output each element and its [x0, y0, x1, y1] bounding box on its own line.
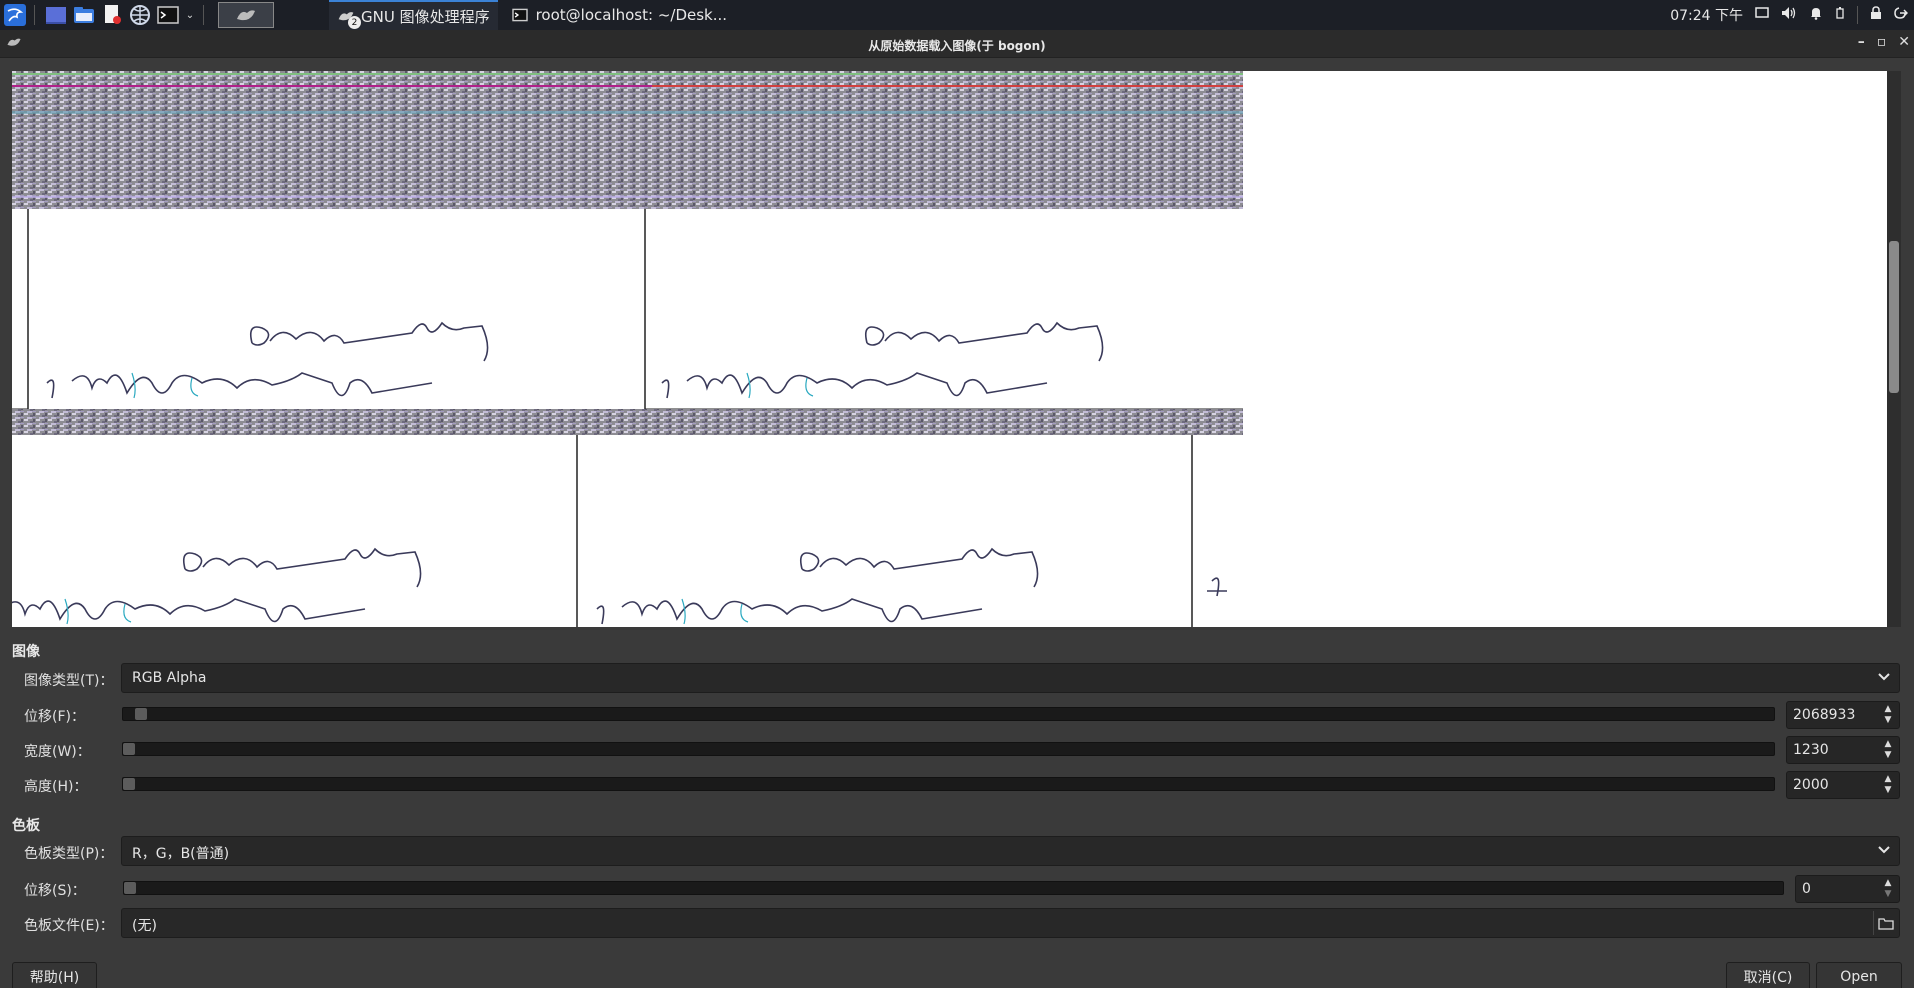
spin-arrows[interactable]: ▲ ▼	[1877, 702, 1899, 728]
gimp-icon	[237, 10, 255, 21]
spin-arrows[interactable]: ▲ ▼	[1877, 772, 1899, 798]
height-slider[interactable]	[122, 777, 1775, 791]
palette-type-value: R，G，B(普通)	[132, 846, 230, 862]
width-spinbutton[interactable]: 1230 ▲ ▼	[1786, 736, 1900, 764]
task-count-badge: 2	[348, 16, 361, 29]
width-slider[interactable]	[122, 742, 1775, 756]
preview-image	[12, 71, 1243, 627]
kali-menu-icon[interactable]	[2, 2, 28, 28]
folder-open-icon[interactable]	[1873, 911, 1897, 935]
spin-up-icon[interactable]: ▲	[1885, 704, 1892, 715]
spin-down-icon[interactable]: ▼	[1885, 715, 1892, 726]
task-label: GNU 图像处理程序	[361, 7, 490, 26]
dialog-titlebar: 从原始数据载入图像(于 bogon) – ▫ ✕	[0, 30, 1914, 58]
image-type-value: RGB Alpha	[132, 670, 207, 686]
palette-file-label: 色板文件(E)：	[24, 918, 114, 934]
spin-arrows[interactable]: ▲ ▼	[1877, 876, 1899, 902]
clock[interactable]: 07:24 下午	[1670, 5, 1743, 25]
section-heading-palette: 色板	[12, 818, 40, 834]
browser-icon[interactable]	[127, 2, 153, 28]
spin-down-icon[interactable]: ▼	[1885, 750, 1892, 761]
chevron-down-icon	[1877, 842, 1891, 862]
spin-up-icon[interactable]: ▲	[1885, 739, 1892, 750]
window-controls: – ▫ ✕	[1858, 34, 1910, 50]
palette-offset-spinbutton[interactable]: 0 ▲ ▼	[1795, 875, 1900, 903]
display-icon[interactable]	[1755, 7, 1769, 23]
image-type-select[interactable]: RGB Alpha	[121, 663, 1900, 693]
task-gimp[interactable]: 2 GNU 图像处理程序	[329, 0, 498, 30]
spin-arrows[interactable]: ▲ ▼	[1877, 737, 1899, 763]
spin-up-icon[interactable]: ▲	[1885, 774, 1892, 785]
chevron-down-icon	[1877, 669, 1891, 689]
slider-handle[interactable]	[123, 743, 135, 755]
volume-icon[interactable]	[1781, 6, 1797, 24]
system-tray: 07:24 下午	[1670, 0, 1909, 30]
file-manager-icon[interactable]	[71, 2, 97, 28]
section-heading-image: 图像	[12, 644, 40, 660]
cancel-button[interactable]: 取消(C)	[1726, 962, 1810, 988]
spin-up-icon[interactable]: ▲	[1885, 878, 1892, 889]
gimp-icon: 2	[337, 9, 361, 29]
width-label: 宽度(W)：	[24, 744, 91, 760]
palette-file-chooser[interactable]: (无)	[121, 908, 1900, 938]
palette-file-value: (无)	[132, 918, 157, 934]
desktop-icon[interactable]	[43, 2, 69, 28]
preview-vertical-scrollbar[interactable]	[1887, 71, 1901, 627]
task-terminal[interactable]: root@localhost: ~/Desk...	[504, 0, 735, 30]
lock-icon[interactable]	[1870, 6, 1882, 24]
height-value: 2000	[1793, 777, 1829, 793]
offset-spinbutton[interactable]: 2068933 ▲ ▼	[1786, 701, 1900, 729]
chevron-down-icon[interactable]: ⌄	[183, 2, 197, 28]
slider-handle[interactable]	[124, 882, 136, 894]
slider-handle[interactable]	[135, 708, 147, 720]
help-button[interactable]: 帮助(H)	[12, 962, 97, 988]
logout-icon[interactable]	[1894, 6, 1909, 24]
minimize-icon[interactable]: –	[1858, 34, 1865, 50]
top-panel: ⌄ 2 GNU 图像处理程序 root@localhost: ~/Desk...…	[0, 0, 1914, 30]
close-icon[interactable]: ✕	[1898, 34, 1910, 50]
bell-icon[interactable]	[1809, 6, 1823, 24]
task-label: root@localhost: ~/Desk...	[535, 6, 728, 24]
spin-down-icon[interactable]: ▼	[1885, 785, 1892, 796]
separator	[203, 5, 204, 25]
offset-value: 2068933	[1793, 707, 1856, 723]
dialog-title: 从原始数据载入图像(于 bogon)	[868, 39, 1046, 53]
slider-handle[interactable]	[123, 778, 135, 790]
open-button[interactable]: Open	[1816, 962, 1902, 988]
raw-image-preview	[12, 71, 1887, 627]
offset-label: 位移(F)：	[24, 709, 85, 725]
palette-offset-slider[interactable]	[123, 881, 1784, 895]
height-spinbutton[interactable]: 2000 ▲ ▼	[1786, 771, 1900, 799]
offset-slider[interactable]	[122, 707, 1775, 721]
palette-type-select[interactable]: R，G，B(普通)	[121, 836, 1900, 866]
image-type-label: 图像类型(T)：	[24, 673, 114, 689]
tray-separator	[1857, 6, 1858, 24]
palette-offset-label: 位移(S)：	[24, 883, 86, 899]
palette-type-label: 色板类型(P)：	[24, 846, 114, 862]
scrollbar-thumb[interactable]	[1889, 241, 1899, 393]
palette-offset-value: 0	[1802, 881, 1811, 897]
battery-icon[interactable]	[1835, 6, 1845, 24]
terminal-icon	[511, 8, 528, 22]
workspace-switcher[interactable]	[218, 2, 274, 28]
terminal-icon[interactable]	[155, 2, 181, 28]
spin-down-icon[interactable]: ▼	[1885, 889, 1892, 900]
maximize-icon[interactable]: ▫	[1877, 34, 1887, 50]
height-label: 高度(H)：	[24, 779, 88, 795]
text-editor-icon[interactable]	[99, 2, 125, 28]
separator	[34, 5, 35, 25]
width-value: 1230	[1793, 742, 1829, 758]
